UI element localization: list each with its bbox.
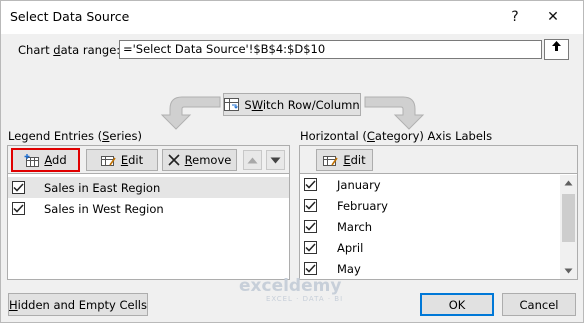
axis-heading-pre: Horizontal ( bbox=[300, 129, 367, 143]
legend-item-checkbox[interactable] bbox=[12, 181, 25, 194]
hidden-label-rest: idden and Empty Cells bbox=[17, 297, 147, 312]
switch-row-column-icon bbox=[224, 98, 240, 111]
edit-table-icon bbox=[323, 154, 338, 167]
axis-item-label: May bbox=[337, 261, 361, 276]
axis-heading-post: ategory) Axis Labels bbox=[374, 129, 493, 143]
edit-series-button[interactable]: Edit bbox=[86, 149, 158, 171]
legend-item-checkbox[interactable] bbox=[12, 202, 25, 215]
triangle-up-icon bbox=[247, 157, 258, 163]
ok-button[interactable]: OK bbox=[420, 293, 494, 316]
axis-item-checkbox[interactable] bbox=[304, 241, 317, 254]
axis-scrollbar[interactable] bbox=[560, 175, 577, 279]
dialog-title: Select Data Source bbox=[10, 9, 130, 24]
chart-data-range-label: Chart data range: bbox=[18, 43, 120, 57]
move-down-button[interactable] bbox=[266, 150, 285, 170]
switch-label-post: itch Row/Column bbox=[262, 97, 360, 112]
axis-item-label: February bbox=[337, 198, 388, 213]
remove-series-button[interactable]: Remove bbox=[162, 149, 237, 171]
triangle-down-icon bbox=[270, 157, 281, 163]
add-table-icon bbox=[24, 153, 40, 167]
chart-data-range-input[interactable]: ='Select Data Source'!$B$4:$D$10 bbox=[119, 40, 542, 59]
remove-x-icon bbox=[168, 154, 180, 166]
axis-item-checkbox[interactable] bbox=[304, 199, 317, 212]
switch-row-column-label: SWitch Row/Column bbox=[244, 98, 359, 112]
left-curved-arrow-icon bbox=[160, 96, 221, 130]
range-label-suffix: ata range: bbox=[60, 43, 121, 57]
exceldemy-watermark-logo: exceldemy bbox=[239, 276, 341, 296]
legend-item-label: Sales in West Region bbox=[44, 201, 164, 216]
axis-edit-label-rest: dit bbox=[350, 153, 366, 167]
axis-list-item[interactable]: March bbox=[300, 216, 577, 237]
chart-data-range-value: ='Select Data Source'!$B$4:$D$10 bbox=[123, 42, 326, 56]
add-label-rest: dd bbox=[52, 153, 67, 167]
move-up-button[interactable] bbox=[243, 150, 262, 170]
legend-heading-post: eries) bbox=[109, 129, 142, 143]
hidden-empty-cells-label: Hidden and Empty Cells bbox=[9, 298, 147, 312]
hidden-and-empty-cells-button[interactable]: Hidden and Empty Cells bbox=[8, 293, 148, 316]
help-button[interactable]: ? bbox=[502, 6, 528, 28]
legend-item-label: Sales in East Region bbox=[44, 180, 161, 195]
switch-label-pre: S bbox=[244, 97, 252, 112]
collapse-dialog-button[interactable] bbox=[544, 39, 569, 60]
axis-item-checkbox[interactable] bbox=[304, 262, 317, 275]
watermark-brand: exceldemy bbox=[239, 276, 342, 296]
axis-item-checkbox[interactable] bbox=[304, 178, 317, 191]
range-label-prefix: Chart bbox=[18, 43, 54, 57]
edit-button-label: Edit bbox=[121, 153, 143, 167]
legend-entries-heading: Legend Entries (Series) bbox=[8, 129, 142, 143]
axis-heading-access-key: C bbox=[366, 129, 375, 143]
edit-table-icon bbox=[100, 154, 116, 167]
edit-axis-labels-button[interactable]: Edit bbox=[316, 149, 373, 171]
scroll-down-arrow-icon[interactable] bbox=[564, 268, 573, 274]
ok-label: OK bbox=[448, 297, 466, 312]
axis-item-checkbox[interactable] bbox=[304, 220, 317, 233]
right-curved-arrow-icon bbox=[364, 96, 425, 130]
axis-list-item[interactable]: May bbox=[300, 258, 577, 279]
range-label-access-key: d bbox=[53, 43, 61, 57]
switch-row-column-button[interactable]: SWitch Row/Column bbox=[223, 93, 361, 116]
hidden-access-key: H bbox=[9, 297, 18, 312]
watermark-tagline: EXCEL · DATA · BI bbox=[266, 295, 344, 303]
scroll-up-arrow-icon[interactable] bbox=[564, 180, 573, 186]
remove-label-rest: emove bbox=[192, 153, 232, 167]
axis-labels-panel: Edit January February March April May bbox=[299, 145, 578, 280]
collapse-arrow-icon bbox=[552, 41, 561, 51]
switch-label-access-key: W bbox=[251, 97, 263, 112]
add-series-button[interactable]: Add bbox=[11, 148, 80, 172]
axis-scrollbar-thumb[interactable] bbox=[562, 194, 575, 242]
title-bar: Select Data Source ? ✕ bbox=[1, 1, 583, 34]
axis-labels-heading: Horizontal (Category) Axis Labels bbox=[300, 129, 492, 143]
axis-item-label: March bbox=[337, 219, 373, 234]
legend-list-item[interactable]: Sales in East Region bbox=[8, 177, 289, 198]
cancel-button[interactable]: Cancel bbox=[502, 293, 576, 316]
axis-list-item[interactable]: February bbox=[300, 195, 577, 216]
axis-edit-button-label: Edit bbox=[343, 153, 365, 167]
axis-list-item[interactable]: January bbox=[300, 174, 577, 195]
legend-entries-panel: Add Edit Remove Sales in East Region Sal… bbox=[7, 145, 290, 280]
add-button-label: Add bbox=[44, 153, 66, 167]
cancel-label: Cancel bbox=[519, 297, 559, 312]
edit-label-rest: dit bbox=[128, 153, 144, 167]
legend-list-item[interactable]: Sales in West Region bbox=[8, 198, 289, 219]
select-data-source-dialog: Select Data Source ? ✕ Chart data range:… bbox=[0, 0, 584, 323]
remove-button-label: Remove bbox=[185, 153, 232, 167]
legend-heading-pre: Legend Entries ( bbox=[8, 129, 103, 143]
add-access-key: A bbox=[44, 153, 53, 167]
close-button[interactable]: ✕ bbox=[540, 6, 566, 28]
axis-item-label: April bbox=[337, 240, 364, 255]
axis-edit-access-key: E bbox=[343, 153, 351, 167]
axis-item-label: January bbox=[337, 177, 381, 192]
axis-list-item[interactable]: April bbox=[300, 237, 577, 258]
